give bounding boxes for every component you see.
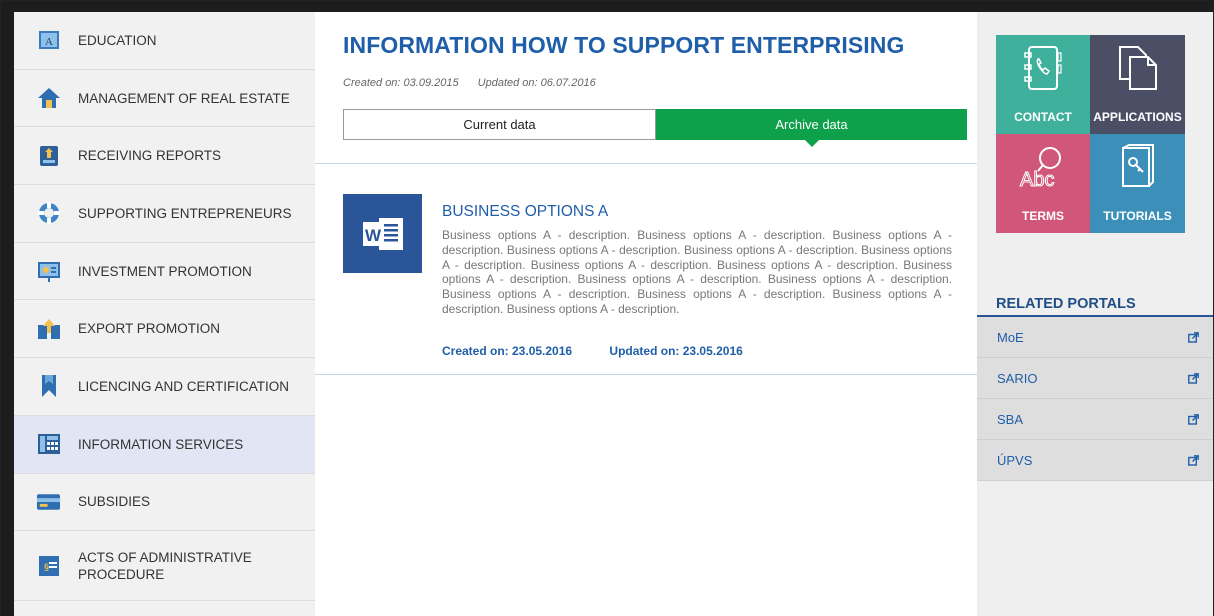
document-description: Business options A - description. Busine… bbox=[442, 228, 952, 316]
tile-contact[interactable]: CONTACT bbox=[996, 35, 1090, 134]
tutorial-book-icon bbox=[1121, 144, 1154, 187]
sidebar-item-label: SUBSIDIES bbox=[78, 494, 151, 510]
external-link-icon bbox=[1188, 372, 1199, 384]
abc-search-icon: Abc bbox=[1020, 147, 1061, 190]
export-icon bbox=[36, 316, 61, 341]
sidebar-item-label: EDUCATION bbox=[78, 32, 157, 48]
sidebar-item-label: LICENCING AND CERTIFICATION bbox=[78, 378, 290, 394]
sidebar-item-label: MANAGEMENT OF REAL ESTATE bbox=[78, 90, 290, 106]
reports-icon bbox=[36, 143, 61, 168]
sidebar-item-label: ACTS OF ADMINISTRATIVE PROCEDURE bbox=[78, 549, 252, 582]
sidebar-item-acts-of-administrative-procedure[interactable]: § ACTS OF ADMINISTRATIVE PROCEDURE bbox=[14, 531, 315, 602]
sidebar-item-investment-promotion[interactable]: INVESTMENT PROMOTION bbox=[14, 243, 315, 301]
sidebar-item-label: INVESTMENT PROMOTION bbox=[78, 263, 252, 279]
lifebuoy-icon bbox=[36, 201, 61, 226]
document-created: Created on: 23.05.2016 bbox=[442, 344, 573, 358]
sidebar-item-label: SUPPORTING ENTREPRENEURS bbox=[78, 205, 292, 221]
sidebar-item-management-of-real-estate[interactable]: MANAGEMENT OF REAL ESTATE bbox=[14, 70, 315, 128]
sidebar-item-information-services[interactable]: INFORMATION SERVICES bbox=[14, 415, 315, 474]
related-portal-label: SBA bbox=[997, 411, 1024, 427]
sidebar-item-licencing-and-certification[interactable]: LICENCING AND CERTIFICATION bbox=[14, 358, 315, 416]
tile-label: TUTORIALS bbox=[1103, 209, 1172, 223]
tile-tutorials[interactable]: TUTORIALS bbox=[1090, 134, 1185, 233]
sidebar-item-export-promotion[interactable]: EXPORT PROMOTION bbox=[14, 300, 315, 359]
word-document-icon[interactable]: W bbox=[343, 194, 422, 273]
document-sign-icon: § bbox=[36, 553, 61, 578]
svg-text:Abc: Abc bbox=[1020, 169, 1054, 190]
related-portal-sba[interactable]: SBA bbox=[977, 399, 1213, 440]
external-link-icon bbox=[1188, 331, 1199, 343]
svg-text:A: A bbox=[45, 36, 53, 48]
bookmark-icon bbox=[36, 374, 61, 399]
sidebar-item-education[interactable]: A EDUCATION bbox=[14, 12, 315, 70]
tile-label: TERMS bbox=[1022, 209, 1064, 223]
data-tabs: Current data Archive data bbox=[343, 109, 967, 147]
document-dates: Created on: 23.05.2016 Updated on: 23.05… bbox=[442, 344, 743, 358]
tile-applications[interactable]: APPLICATIONS bbox=[1090, 35, 1185, 134]
main-content: INFORMATION HOW TO SUPPORT ENTERPRISING … bbox=[315, 1, 977, 616]
related-portal-label: SARIO bbox=[997, 370, 1038, 386]
page-meta: Created on: 03.09.2015 Updated on: 06.07… bbox=[343, 77, 596, 89]
presentation-icon bbox=[36, 259, 61, 284]
sidebar-item-label: INFORMATION SERVICES bbox=[78, 436, 244, 452]
related-portal-sario[interactable]: SARIO bbox=[977, 358, 1213, 399]
right-column: CONTACT APPLICATIONS Abc TERMS TUTORIALS… bbox=[977, 1, 1213, 616]
created-date: Created on: 03.09.2015 bbox=[343, 77, 459, 89]
sidebar-item-label: EXPORT PROMOTION bbox=[78, 321, 221, 337]
tile-label: APPLICATIONS bbox=[1093, 110, 1182, 124]
external-link-icon bbox=[1188, 413, 1199, 425]
education-icon: A bbox=[36, 28, 61, 53]
tile-label: CONTACT bbox=[1014, 110, 1072, 124]
divider bbox=[315, 163, 977, 164]
document-updated: Updated on: 23.05.2016 bbox=[609, 344, 743, 358]
external-link-icon bbox=[1188, 454, 1199, 466]
related-portals-list: MoE SARIO SBA ÚPVS bbox=[977, 317, 1213, 481]
card-icon bbox=[36, 489, 61, 514]
quick-tiles: CONTACT APPLICATIONS Abc TERMS TUTORIALS bbox=[996, 35, 1185, 233]
related-portal-label: MoE bbox=[997, 329, 1024, 345]
calculator-phone-icon bbox=[36, 432, 61, 457]
svg-text:W: W bbox=[364, 226, 381, 245]
address-book-icon bbox=[1024, 46, 1062, 90]
page-title: INFORMATION HOW TO SUPPORT ENTERPRISING bbox=[343, 32, 905, 58]
sidebar-item-subsidies[interactable]: SUBSIDIES bbox=[14, 474, 315, 532]
sidebar-item-receiving-reports[interactable]: RECEIVING REPORTS bbox=[14, 127, 315, 186]
tab-archive-data[interactable]: Archive data bbox=[656, 109, 967, 147]
tab-current-data[interactable]: Current data bbox=[343, 109, 656, 140]
related-portal-label: ÚPVS bbox=[997, 452, 1033, 468]
sidebar-item-label: RECEIVING REPORTS bbox=[78, 148, 222, 164]
related-portal-upvs[interactable]: ÚPVS bbox=[977, 440, 1213, 481]
tile-terms[interactable]: Abc TERMS bbox=[996, 134, 1090, 233]
house-icon bbox=[36, 86, 61, 111]
document-title[interactable]: BUSINESS OPTIONS A bbox=[442, 203, 608, 221]
updated-date: Updated on: 06.07.2016 bbox=[477, 77, 596, 89]
documents-icon bbox=[1118, 46, 1157, 90]
divider bbox=[315, 374, 977, 375]
sidebar: A EDUCATION MANAGEMENT OF REAL ESTATE RE… bbox=[1, 1, 315, 616]
related-portal-moe[interactable]: MoE bbox=[977, 317, 1213, 358]
related-portals-title: RELATED PORTALS bbox=[996, 296, 1136, 312]
svg-text:§: § bbox=[44, 562, 49, 572]
sidebar-item-supporting-entrepreneurs[interactable]: SUPPORTING ENTREPRENEURS bbox=[14, 185, 315, 243]
